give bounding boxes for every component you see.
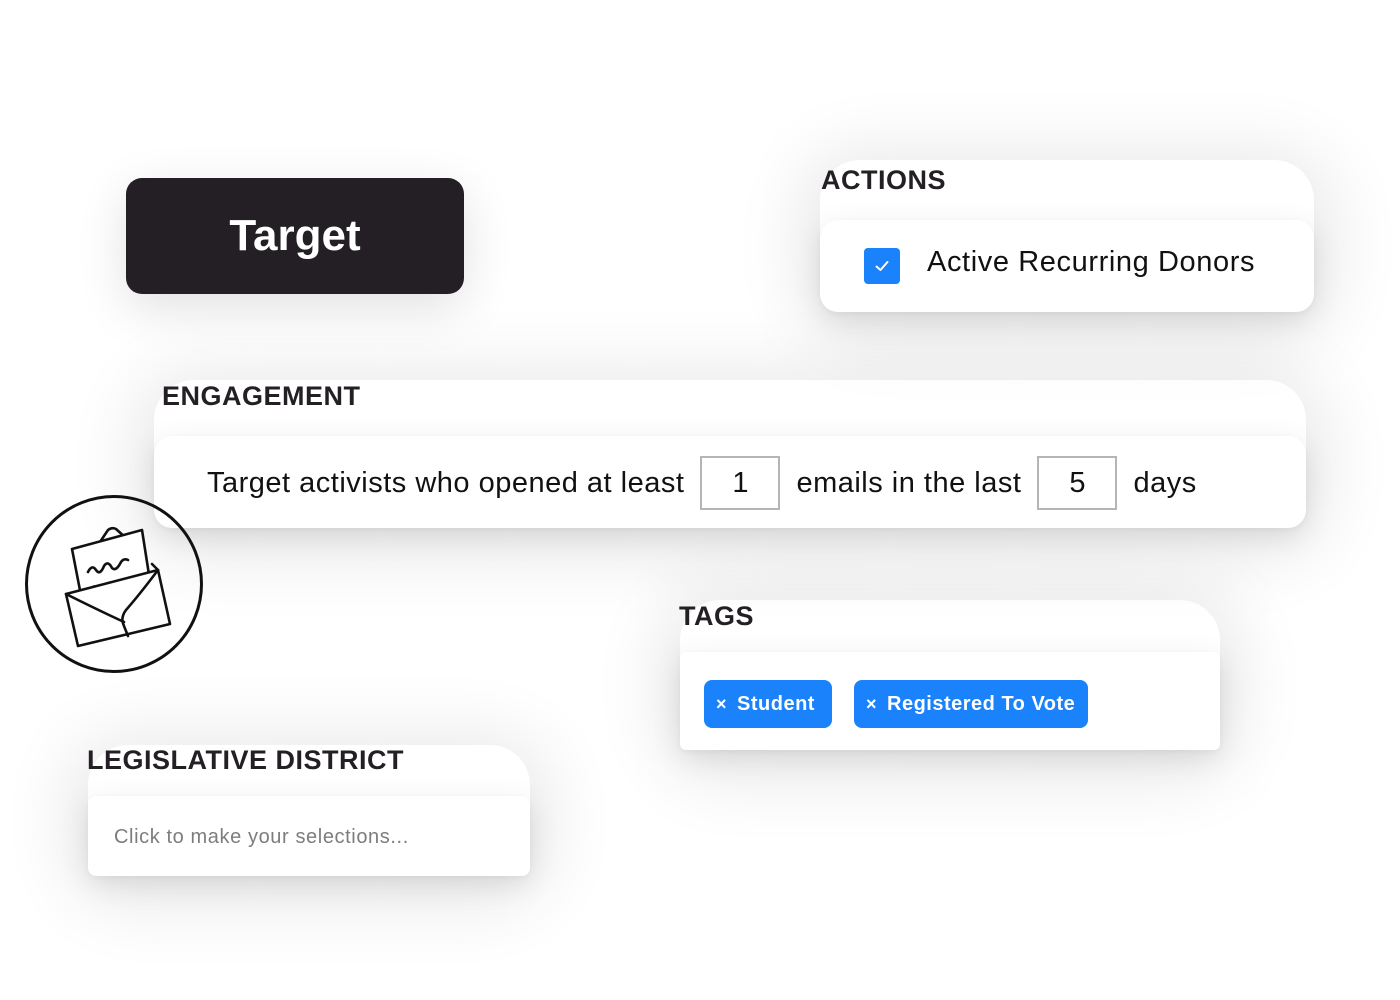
legislative-district-select[interactable]: Click to make your selections... xyxy=(88,796,530,876)
tag-label: Student xyxy=(737,692,815,715)
active-recurring-donors-label[interactable]: Active Recurring Donors xyxy=(927,246,1255,279)
envelope-illustration xyxy=(25,495,203,673)
legislative-district-heading: LEGISLATIVE DISTRICT xyxy=(87,745,405,775)
engagement-heading: ENGAGEMENT xyxy=(162,381,361,411)
engagement-rule: Target activists who opened at least ema… xyxy=(207,454,1197,512)
tag-registered-to-vote: × Registered To Vote xyxy=(854,680,1088,728)
actions-card: Active Recurring Donors xyxy=(820,220,1314,312)
active-recurring-donors-checkbox[interactable] xyxy=(864,248,900,284)
tags-heading: TAGS xyxy=(679,601,754,631)
district-placeholder: Click to make your selections... xyxy=(114,826,409,848)
days-input[interactable] xyxy=(1037,456,1118,510)
engagement-card: Target activists who opened at least ema… xyxy=(154,436,1306,528)
target-builder-canvas: Target ACTIONS Active Recurring Donors E… xyxy=(0,0,1400,1000)
engagement-text-before: Target activists who opened at least xyxy=(207,466,685,499)
tags-card: × Student × Registered To Vote xyxy=(680,652,1220,750)
target-button[interactable]: Target xyxy=(126,178,464,294)
envelope-letter-icon xyxy=(64,526,172,648)
remove-tag-icon[interactable]: × xyxy=(866,694,877,715)
min-emails-input[interactable] xyxy=(700,456,781,510)
tag-student: × Student xyxy=(704,680,832,728)
engagement-text-after: days xyxy=(1133,466,1197,499)
remove-tag-icon[interactable]: × xyxy=(716,694,727,715)
checkmark-icon xyxy=(875,261,889,271)
actions-heading: ACTIONS xyxy=(821,165,946,195)
engagement-text-middle: emails in the last xyxy=(796,466,1022,499)
tag-label: Registered To Vote xyxy=(887,692,1076,715)
